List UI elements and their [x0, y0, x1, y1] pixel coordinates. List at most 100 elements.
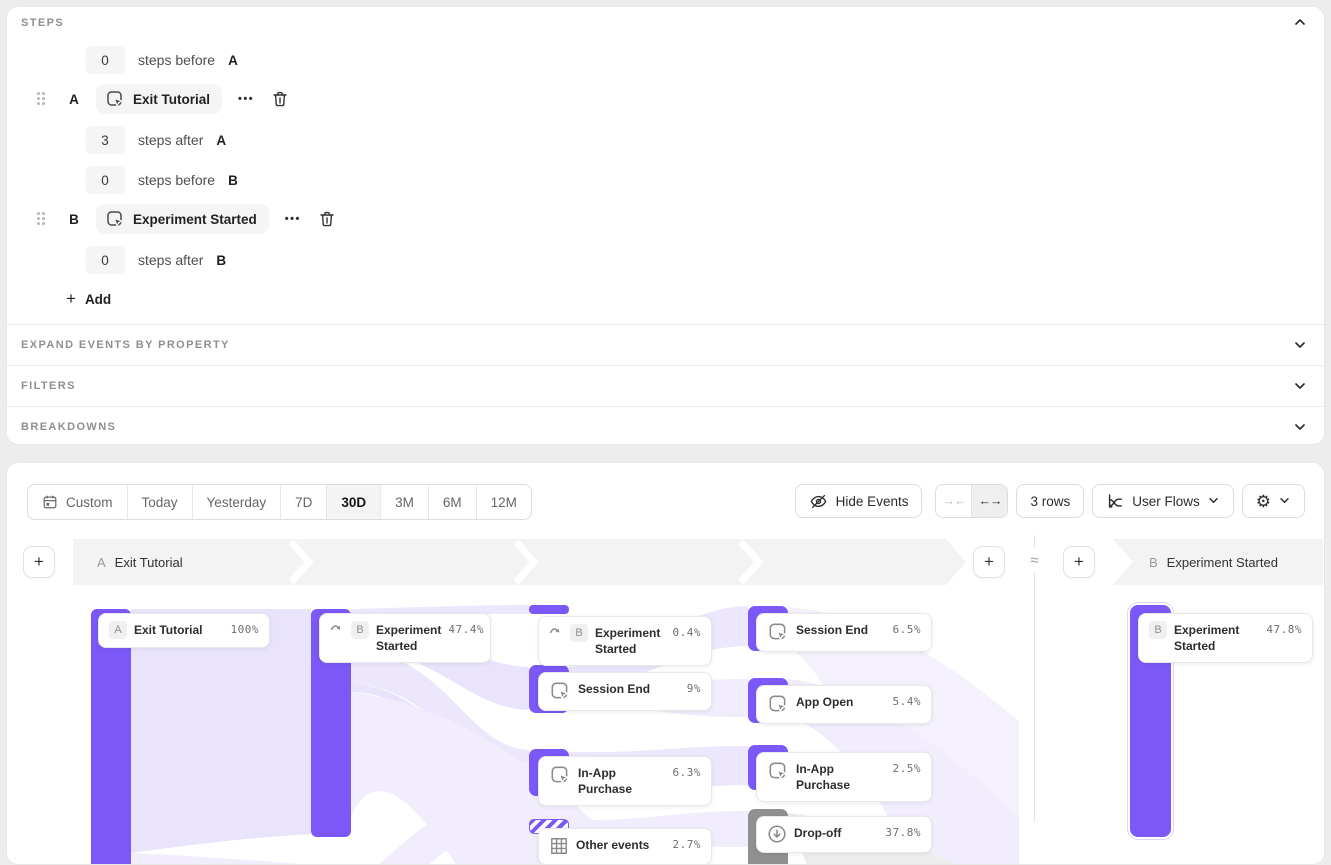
step-ref-a: A	[216, 133, 226, 148]
date-range-custom[interactable]: Custom	[28, 485, 128, 519]
steps-panel: STEPS 0 steps before A A Exit Tutorial •…	[6, 6, 1325, 445]
step-a-event-label: Exit Tutorial	[133, 92, 210, 107]
date-range-label: Yesterday	[207, 495, 267, 510]
add-step-before-button[interactable]: +	[23, 546, 55, 578]
flow-node-card[interactable]: Session End 9%	[538, 672, 712, 711]
chevron-down-icon	[1294, 382, 1306, 390]
node-label: In-App Purchase	[578, 765, 666, 797]
step-ref-b: B	[228, 173, 238, 188]
flow-node-card[interactable]: Session End 6.5%	[756, 613, 932, 652]
flow-node-card[interactable]: B Experiment Started 0.4%	[538, 616, 712, 666]
view-type-dropdown[interactable]: User Flows	[1092, 484, 1234, 518]
steps-section-title: STEPS	[21, 17, 64, 29]
section-breakdowns[interactable]: BREAKDOWNS	[7, 406, 1324, 447]
step-b-more-button[interactable]: •••	[285, 213, 301, 225]
date-range-6m[interactable]: 6M	[429, 485, 477, 519]
node-percent: 6.5%	[893, 622, 922, 636]
user-flows-report: STEPS 0 steps before A A Exit Tutorial •…	[0, 0, 1331, 865]
chevron-down-icon	[1208, 497, 1220, 505]
node-label: App Open	[796, 694, 853, 710]
node-percent: 47.8%	[1266, 622, 1302, 636]
steps-after-b-row: 0 steps after B	[85, 245, 226, 275]
node-percent: 6.3%	[673, 765, 702, 779]
steps-before-a-row: 0 steps before A	[85, 45, 238, 75]
steps-after-label: steps after	[138, 132, 203, 148]
section-expand-events-by-property[interactable]: EXPAND EVENTS BY PROPERTY	[7, 324, 1324, 365]
flow-step-bands	[7, 539, 1325, 585]
settings-dropdown[interactable]: ⚙	[1242, 484, 1305, 518]
step-letter-badge: B	[570, 624, 588, 642]
collapse-columns-button[interactable]: →←	[936, 485, 971, 517]
node-percent: 5.4%	[893, 694, 922, 708]
step-b-delete-button[interactable]	[318, 210, 336, 228]
flow-node-card[interactable]: App Open 5.4%	[756, 685, 932, 724]
steps-before-b-row: 0 steps before B	[85, 165, 238, 195]
chevron-up-icon[interactable]	[1294, 18, 1306, 26]
plus-icon: +	[66, 289, 76, 309]
steps-after-label: steps after	[138, 252, 203, 268]
node-percent: 9%	[687, 681, 701, 695]
flow-node-card[interactable]: B Experiment Started 47.8%	[1138, 613, 1313, 663]
chevron-down-icon	[1294, 423, 1306, 431]
steps-after-a-input[interactable]: 3	[85, 126, 125, 154]
approx-break-icon: ≈	[1020, 548, 1049, 572]
steps-before-label: steps before	[138, 172, 215, 188]
user-flows-icon	[1106, 492, 1124, 510]
add-step-before-b-button[interactable]: +	[1063, 546, 1095, 578]
date-range-label: Custom	[66, 495, 113, 510]
flow-node-card[interactable]: In-App Purchase 2.5%	[756, 752, 932, 802]
step-a-more-button[interactable]: •••	[238, 93, 254, 105]
node-percent: 47.4%	[448, 622, 484, 636]
add-step-after-button[interactable]: +	[973, 546, 1005, 578]
sankey-flow-chart: A Exit Tutorial 100% B Experiment Starte…	[7, 591, 1325, 865]
node-label: Exit Tutorial	[134, 622, 202, 638]
event-icon	[549, 680, 571, 702]
date-range-3m[interactable]: 3M	[381, 485, 429, 519]
node-percent: 2.5%	[893, 761, 922, 775]
section-filters[interactable]: FILTERS	[7, 365, 1324, 406]
drag-handle-icon[interactable]	[37, 92, 46, 106]
skip-arrow-icon	[330, 621, 344, 634]
flow-node-card[interactable]: B Experiment Started 47.4%	[319, 613, 491, 663]
date-range-label: 30D	[341, 495, 366, 510]
step-a-delete-button[interactable]	[271, 90, 289, 108]
rows-count-button[interactable]: 3 rows	[1016, 484, 1084, 518]
step-b-event-button[interactable]: Experiment Started	[96, 204, 269, 234]
date-range-label: 7D	[295, 495, 312, 510]
step-b-row: B Experiment Started •••	[37, 204, 336, 234]
flow-node-card[interactable]: Drop-off 37.8%	[756, 816, 932, 853]
add-step-button[interactable]: + Add	[66, 289, 111, 309]
calendar-icon	[42, 494, 58, 510]
section-label: BREAKDOWNS	[21, 421, 116, 433]
rows-count-label: 3 rows	[1030, 494, 1070, 509]
date-range-today[interactable]: Today	[128, 485, 193, 519]
expand-columns-button[interactable]: ←→	[971, 485, 1007, 517]
event-icon	[767, 693, 789, 715]
node-percent: 0.4%	[673, 625, 702, 639]
flow-start-step[interactable]: A Exit Tutorial	[97, 539, 183, 585]
drag-handle-icon[interactable]	[37, 212, 46, 226]
event-icon	[767, 760, 789, 782]
date-range-12m[interactable]: 12M	[477, 485, 531, 519]
chevron-down-icon	[1294, 341, 1306, 349]
hide-events-button[interactable]: Hide Events	[795, 484, 923, 518]
node-bar-experiment-started-2[interactable]	[529, 605, 569, 614]
date-range-7d[interactable]: 7D	[281, 485, 327, 519]
flow-node-card[interactable]: A Exit Tutorial 100%	[98, 613, 270, 648]
steps-before-b-input[interactable]: 0	[85, 166, 125, 194]
flow-node-card[interactable]: In-App Purchase 6.3%	[538, 756, 712, 806]
steps-before-a-input[interactable]: 0	[85, 46, 125, 74]
node-label: Session End	[796, 622, 868, 638]
flow-node-card[interactable]: Other events 2.7%	[538, 828, 712, 865]
date-range-30d-selected[interactable]: 30D	[327, 485, 381, 519]
steps-before-label: steps before	[138, 52, 215, 68]
steps-after-b-input[interactable]: 0	[85, 246, 125, 274]
step-a-event-button[interactable]: Exit Tutorial	[96, 84, 222, 114]
event-icon	[105, 89, 125, 109]
flow-end-step[interactable]: B Experiment Started	[1149, 539, 1278, 585]
skip-arrow-icon	[549, 624, 563, 637]
node-percent: 100%	[231, 622, 260, 636]
date-range-yesterday[interactable]: Yesterday	[193, 485, 282, 519]
drop-off-icon	[767, 824, 787, 844]
view-type-label: User Flows	[1132, 494, 1200, 509]
